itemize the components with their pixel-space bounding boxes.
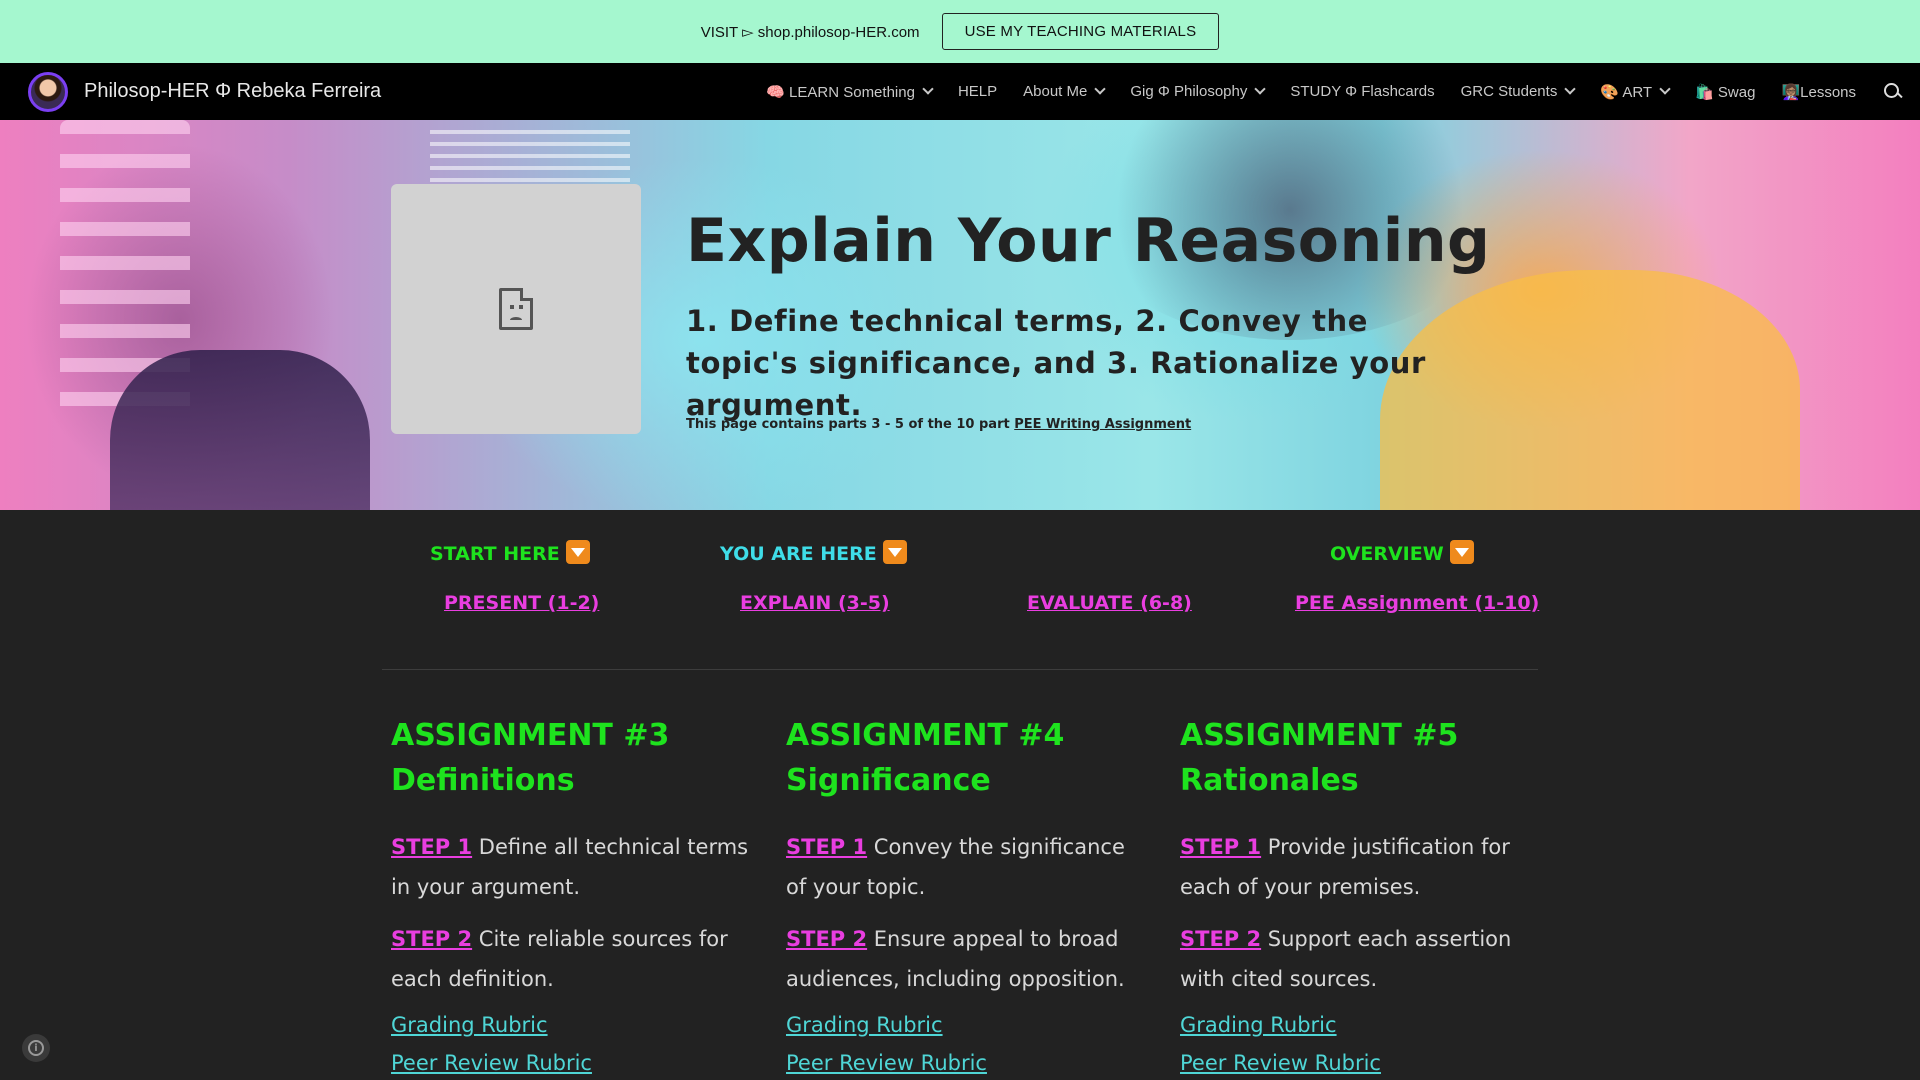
broken-image-icon-eye <box>519 305 523 309</box>
step-2: STEP 2 Cite reliable sources for each de… <box>391 919 751 999</box>
assignment-title: ASSIGNMENT #3 Definitions <box>391 713 751 803</box>
present-link[interactable]: PRESENT (1-2) <box>444 592 599 614</box>
nav-item-label: 🛍️ Swag <box>1695 83 1756 101</box>
assignment-title: ASSIGNMENT #5 Rationales <box>1180 713 1540 803</box>
step-1-link[interactable]: STEP 1 <box>1180 835 1261 859</box>
chevron-down-icon <box>922 83 934 95</box>
assignment-3-column: ASSIGNMENT #3 Definitions STEP 1 Define … <box>391 713 751 1075</box>
nav-item-label: GRC Students <box>1460 83 1558 100</box>
step-2: STEP 2 Support each assertion with cited… <box>1180 919 1540 999</box>
step-1: STEP 1 Provide justification for each of… <box>1180 827 1540 907</box>
assignment-name: Rationales <box>1180 763 1359 798</box>
grading-rubric-link[interactable]: Grading Rubric <box>786 1013 1146 1037</box>
nav-item-label: Gig Φ Philosophy <box>1130 83 1248 100</box>
nav-item-gig-philosophy[interactable]: Gig Φ Philosophy <box>1130 83 1267 100</box>
assignment-number: ASSIGNMENT #4 <box>786 718 1065 753</box>
page-subtitle: 1. Define technical terms, 2. Convey the… <box>686 304 1426 422</box>
down-arrow-icon <box>565 540 590 564</box>
evaluate-link[interactable]: EVALUATE (6-8) <box>1027 592 1192 614</box>
pee-assignment-link[interactable]: PEE Assignment (1-10) <box>1295 592 1539 614</box>
nav-item-label: 👩🏽‍🏫Lessons <box>1781 83 1856 101</box>
you-are-here-text: YOU ARE HERE <box>720 543 877 565</box>
chevron-down-icon <box>1564 83 1576 95</box>
broken-image-placeholder <box>391 184 641 434</box>
top-nav: Philosop-HER Φ Rebeka Ferreira 🧠 LEARN S… <box>0 63 1920 120</box>
broken-image-icon-eye <box>510 305 514 309</box>
assignment-progress-nav: START HERE YOU ARE HERE OVERVIEW PRESENT… <box>382 540 1539 670</box>
broken-image-icon <box>499 288 533 330</box>
grading-rubric-link[interactable]: Grading Rubric <box>391 1013 751 1037</box>
step-1-link[interactable]: STEP 1 <box>391 835 472 859</box>
assignment-name: Significance <box>786 763 991 798</box>
nav-item-swag[interactable]: 🛍️ Swag <box>1695 83 1755 101</box>
hero-background-art <box>110 350 370 510</box>
assignment-number: ASSIGNMENT #3 <box>391 718 670 753</box>
teaching-materials-button[interactable]: USE MY TEACHING MATERIALS <box>941 13 1220 50</box>
peer-review-rubric-link[interactable]: Peer Review Rubric <box>786 1051 1146 1075</box>
announcement-text: VISIT ▻ shop.philosop-HER.com <box>700 23 920 41</box>
start-here-text: START HERE <box>430 543 560 565</box>
chevron-down-icon <box>1254 83 1267 95</box>
assignment-number: ASSIGNMENT #5 <box>1180 718 1459 753</box>
peer-review-rubric-link[interactable]: Peer Review Rubric <box>1180 1051 1540 1075</box>
peer-review-rubric-link[interactable]: Peer Review Rubric <box>391 1051 751 1075</box>
nav-item-label: 🎨 ART <box>1600 83 1653 101</box>
step-2-link[interactable]: STEP 2 <box>786 927 867 951</box>
chevron-down-icon <box>1659 83 1671 95</box>
search-icon[interactable] <box>1882 81 1904 103</box>
pee-writing-assignment-link[interactable]: PEE Writing Assignment <box>1014 417 1191 432</box>
down-arrow-icon <box>882 540 907 564</box>
nav-item-label: HELP <box>957 83 998 100</box>
site-info-button[interactable]: i <box>22 1034 50 1062</box>
broken-image-icon-mouth <box>510 317 522 323</box>
chevron-down-icon <box>1094 83 1107 95</box>
you-are-here-label: YOU ARE HERE <box>720 540 907 565</box>
announcement-bar: VISIT ▻ shop.philosop-HER.com USE MY TEA… <box>0 0 1920 63</box>
overview-label: OVERVIEW <box>1330 540 1474 565</box>
explain-link[interactable]: EXPLAIN (3-5) <box>740 592 890 614</box>
nav-item-about[interactable]: About Me <box>1023 83 1107 100</box>
step-2-link[interactable]: STEP 2 <box>1180 927 1261 951</box>
avatar[interactable] <box>28 71 68 112</box>
assignment-5-column: ASSIGNMENT #5 Rationales STEP 1 Provide … <box>1180 713 1540 1075</box>
page-title: Explain Your Reasoning <box>686 206 1491 276</box>
info-icon: i <box>28 1040 44 1056</box>
nav-item-help[interactable]: HELP <box>958 83 997 100</box>
nav-item-label: 🧠 LEARN Something <box>766 83 915 101</box>
start-here-label: START HERE <box>430 540 590 565</box>
step-2-link[interactable]: STEP 2 <box>391 927 472 951</box>
nav-item-art[interactable]: 🎨 ART <box>1600 83 1671 101</box>
nav-item-label: About Me <box>1023 83 1088 100</box>
step-1-link[interactable]: STEP 1 <box>786 835 867 859</box>
assignment-name: Definitions <box>391 763 575 798</box>
step-1: STEP 1 Convey the significance of your t… <box>786 827 1146 907</box>
down-arrow-icon <box>1449 540 1474 564</box>
nav-item-grc-students[interactable]: GRC Students <box>1460 83 1576 100</box>
step-1: STEP 1 Define all technical terms in you… <box>391 827 751 907</box>
hero-banner: Explain Your Reasoning 1. Define technic… <box>0 120 1920 510</box>
nav-item-flashcards[interactable]: STUDY Φ Flashcards <box>1290 83 1434 100</box>
nav-item-lessons[interactable]: 👩🏽‍🏫Lessons <box>1781 83 1856 101</box>
overview-text: OVERVIEW <box>1330 543 1444 565</box>
nav-item-label: STUDY Φ Flashcards <box>1290 83 1435 100</box>
assignment-4-column: ASSIGNMENT #4 Significance STEP 1 Convey… <box>786 713 1146 1075</box>
brand[interactable]: Philosop-HER Φ Rebeka Ferreira <box>28 71 381 112</box>
page-note: This page contains parts 3 - 5 of the 10… <box>686 417 1191 432</box>
nav-menu: 🧠 LEARN Something HELP About Me Gig Φ Ph… <box>740 81 1920 103</box>
nav-item-learn[interactable]: 🧠 LEARN Something <box>766 83 934 101</box>
step-2: STEP 2 Ensure appeal to broad audiences,… <box>786 919 1146 999</box>
assignment-title: ASSIGNMENT #4 Significance <box>786 713 1146 803</box>
grading-rubric-link[interactable]: Grading Rubric <box>1180 1013 1540 1037</box>
site-title[interactable]: Philosop-HER Φ Rebeka Ferreira <box>84 80 381 103</box>
page-note-text: This page contains parts 3 - 5 of the 10… <box>686 417 1015 432</box>
